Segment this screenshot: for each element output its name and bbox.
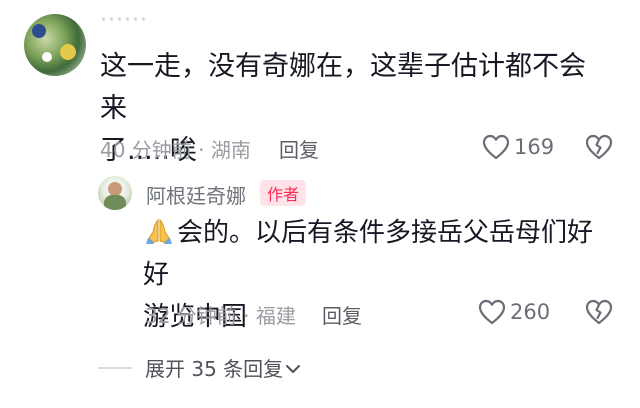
comment-reply-button[interactable]: 回复 — [279, 134, 319, 163]
commenter-avatar[interactable] — [24, 14, 86, 76]
reply-reply-button[interactable]: 回复 — [322, 300, 362, 329]
comment-like-count: 169 — [514, 135, 555, 159]
commenter-name[interactable]: ······ — [100, 8, 148, 33]
reply-author-name[interactable]: 阿根廷奇娜 — [146, 180, 246, 209]
broken-heart-icon[interactable] — [585, 299, 613, 325]
reply-like-count: 260 — [510, 300, 551, 324]
heart-outline-icon[interactable] — [482, 134, 510, 160]
expand-replies-label: 展开 35 条回复 — [145, 357, 284, 381]
reply-author-avatar[interactable] — [98, 176, 132, 210]
comment-timestamp-location: 40 分钟前 · 湖南 — [100, 138, 251, 162]
chevron-down-icon — [285, 355, 301, 379]
heart-outline-icon[interactable] — [478, 299, 506, 325]
reply-timestamp-location: 32 分钟前 · 福建 — [145, 304, 296, 328]
reply-text-line: 会的。以后有条件多接岳父岳母们好好 — [143, 216, 594, 290]
broken-heart-icon[interactable] — [585, 134, 613, 160]
expand-replies-button[interactable]: 展开 35 条回复 — [145, 353, 301, 382]
praying-hands-icon — [143, 216, 175, 246]
comment-text-line: 这一走，没有奇娜在，这辈子估计都不会来 — [100, 51, 586, 124]
divider-line — [98, 367, 132, 369]
author-badge: 作者 — [260, 180, 307, 206]
